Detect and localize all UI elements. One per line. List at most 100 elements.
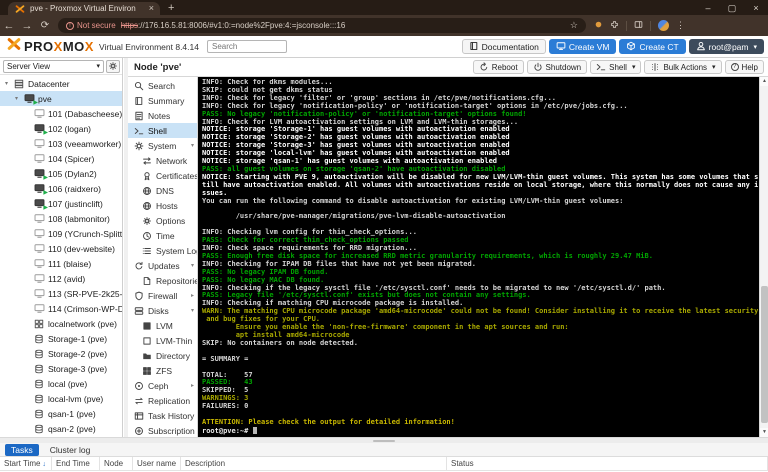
tree-item-pve[interactable]: ▾▶pve — [0, 91, 122, 106]
menu-item-label: LVM-Thin — [156, 336, 192, 346]
guest-icon — [33, 228, 45, 239]
window-close-button[interactable]: × — [744, 1, 768, 15]
tree-item-datacenter[interactable]: ▾Datacenter — [0, 76, 122, 91]
menu-item-shell[interactable]: Shell — [128, 123, 197, 138]
scrollbar-thumb[interactable] — [761, 286, 768, 423]
menu-item-updates[interactable]: Updates▾ — [128, 258, 197, 273]
side-panel-icon[interactable] — [634, 20, 643, 31]
tree-item-107-justinclift[interactable]: ▶107 (justinclift) — [0, 196, 122, 211]
menu-item-time[interactable]: Time — [128, 228, 197, 243]
tree-item-storage-1-pve[interactable]: Storage-1 (pve) — [0, 331, 122, 346]
view-mode-select[interactable]: Server View▾ — [3, 60, 104, 73]
tree-item-label: 106 (raidxero) — [48, 184, 101, 194]
column-header-end-time[interactable]: End Time — [52, 457, 100, 470]
global-search-input[interactable] — [207, 40, 287, 53]
tree-item-104-spicer[interactable]: 104 (Spicer) — [0, 151, 122, 166]
reload-button[interactable]: ⟳ — [36, 20, 54, 31]
menu-item-replication[interactable]: Replication — [128, 393, 197, 408]
address-bar[interactable]: ! Not secure https://176.16.5.81:8006/#v… — [58, 18, 586, 33]
tree-item-110-dev-website[interactable]: 110 (dev-website) — [0, 241, 122, 256]
menu-item-options[interactable]: Options — [128, 213, 197, 228]
tree-item-local-pve[interactable]: local (pve) — [0, 376, 122, 391]
menu-item-ceph[interactable]: Ceph▸ — [128, 378, 197, 393]
window-maximize-button[interactable]: ▢ — [720, 1, 744, 15]
tree-item-113-sr-pve-2k25-ad-dc[interactable]: 113 (SR-PVE-2k25-AD-DC) — [0, 286, 122, 301]
help-button[interactable]: ?Help — [725, 60, 764, 74]
column-header-start-time[interactable]: Start Time ↓ — [0, 457, 52, 470]
tree-item-109-ycrunch-splitter[interactable]: 109 (YCrunch-Splitter) — [0, 226, 122, 241]
bulk-actions-button[interactable]: Bulk Actions▾ — [644, 60, 721, 74]
not-secure-badge[interactable]: ! Not secure — [66, 21, 116, 30]
menu-item-zfs[interactable]: ZFS — [128, 363, 197, 378]
column-header-user-name[interactable]: User name — [133, 457, 181, 470]
menu-item-directory[interactable]: Directory — [128, 348, 197, 363]
tree-item-106-raidxero[interactable]: ▶106 (raidxero) — [0, 181, 122, 196]
menu-item-network[interactable]: Network — [128, 153, 197, 168]
terminal-scrollbar[interactable]: ▲ ▼ — [759, 77, 768, 437]
reboot-button[interactable]: Reboot — [473, 60, 524, 74]
menu-item-lvm-thin[interactable]: LVM-Thin — [128, 333, 197, 348]
column-header-node[interactable]: Node — [100, 457, 133, 470]
tree-item-qsan-1-pve[interactable]: qsan-1 (pve) — [0, 406, 122, 421]
shell-console[interactable]: INFO: Check for dkms modules...SKIP: cou… — [198, 77, 768, 437]
forward-button[interactable]: → — [18, 20, 36, 32]
menu-item-label: Shell — [148, 126, 167, 136]
tree-item-101-dabascheese[interactable]: 101 (Dabascheese) — [0, 106, 122, 121]
menu-item-task-history[interactable]: Task History — [128, 408, 197, 423]
tree-item-103-veeamworker[interactable]: 103 (veeamworker) — [0, 136, 122, 151]
back-button[interactable]: ← — [0, 20, 18, 32]
tree-item-102-logan[interactable]: ▶102 (logan) — [0, 121, 122, 136]
menu-item-search[interactable]: Search — [128, 78, 197, 93]
menu-item-repositories[interactable]: Repositories — [128, 273, 197, 288]
shutdown-button[interactable]: Shutdown — [527, 60, 588, 74]
menu-item-system[interactable]: System▾ — [128, 138, 197, 153]
tree-item-storage-2-pve[interactable]: Storage-2 (pve) — [0, 346, 122, 361]
create-ct-button[interactable]: Create CT — [619, 39, 685, 54]
tab-cluster-log[interactable]: Cluster log — [44, 444, 97, 456]
extension-pin-icon[interactable] — [594, 20, 603, 31]
documentation-button[interactable]: Documentation — [462, 39, 546, 54]
tree-item-105-dylan2[interactable]: ▶105 (Dylan2) — [0, 166, 122, 181]
tree-item-112-avid[interactable]: 112 (avid) — [0, 271, 122, 286]
menu-item-subscription[interactable]: Subscription — [128, 423, 197, 437]
tree-item-storage-3-pve[interactable]: Storage-3 (pve) — [0, 361, 122, 376]
tree-item-108-labmonitor[interactable]: 108 (labmonitor) — [0, 211, 122, 226]
user-menu-button[interactable]: root@pam▾ — [689, 39, 764, 54]
menu-item-dns[interactable]: DNS — [128, 183, 197, 198]
browser-menu-icon[interactable]: ⋮ — [676, 20, 685, 31]
tree-item-111-blaise[interactable]: 111 (blaise) — [0, 256, 122, 271]
browser-tab[interactable]: pve - Proxmox Virtual Environ × — [8, 2, 160, 15]
tree-settings-button[interactable] — [106, 60, 120, 73]
globe-icon — [142, 201, 152, 211]
menu-item-hosts[interactable]: Hosts — [128, 198, 197, 213]
menu-item-lvm[interactable]: LVM — [128, 318, 197, 333]
tab-tasks[interactable]: Tasks — [5, 444, 39, 456]
menu-item-system-log[interactable]: System Log — [128, 243, 197, 258]
profile-avatar[interactable] — [658, 20, 669, 31]
expand-arrow-icon[interactable]: ▾ — [3, 80, 10, 87]
scroll-down-icon[interactable]: ▼ — [760, 428, 768, 437]
button-label: Reboot — [492, 63, 518, 72]
tree-item-114-crimson-wp-dev[interactable]: 114 (Crimson-WP-DEV) — [0, 301, 122, 316]
menu-item-notes[interactable]: Notes — [128, 108, 197, 123]
tree-item-localnetwork-pve[interactable]: localnetwork (pve) — [0, 316, 122, 331]
menu-item-firewall[interactable]: Firewall▸ — [128, 288, 197, 303]
window-minimize-button[interactable]: – — [696, 1, 720, 15]
tree-item-local-lvm-pve[interactable]: local-lvm (pve) — [0, 391, 122, 406]
menu-item-summary[interactable]: Summary — [128, 93, 197, 108]
menu-item-disks[interactable]: Disks▾ — [128, 303, 197, 318]
tab-close-icon[interactable]: × — [149, 4, 154, 13]
scroll-up-icon[interactable]: ▲ — [760, 77, 768, 86]
tree-item-qsan-2-pve[interactable]: qsan-2 (pve) — [0, 421, 122, 436]
new-tab-button[interactable]: + — [168, 2, 174, 15]
menu-item-certificates[interactable]: Certificates — [128, 168, 197, 183]
column-header-description[interactable]: Description — [181, 457, 447, 470]
shell-button[interactable]: Shell▾ — [590, 60, 641, 74]
bookmark-star-icon[interactable]: ☆ — [570, 20, 578, 31]
menu-item-label: Directory — [156, 351, 190, 361]
column-header-status[interactable]: Status — [447, 457, 768, 470]
ceph-icon — [134, 381, 144, 391]
expand-arrow-icon[interactable]: ▾ — [13, 95, 20, 102]
extensions-puzzle-icon[interactable] — [610, 20, 619, 31]
create-vm-button[interactable]: Create VM — [549, 39, 617, 54]
